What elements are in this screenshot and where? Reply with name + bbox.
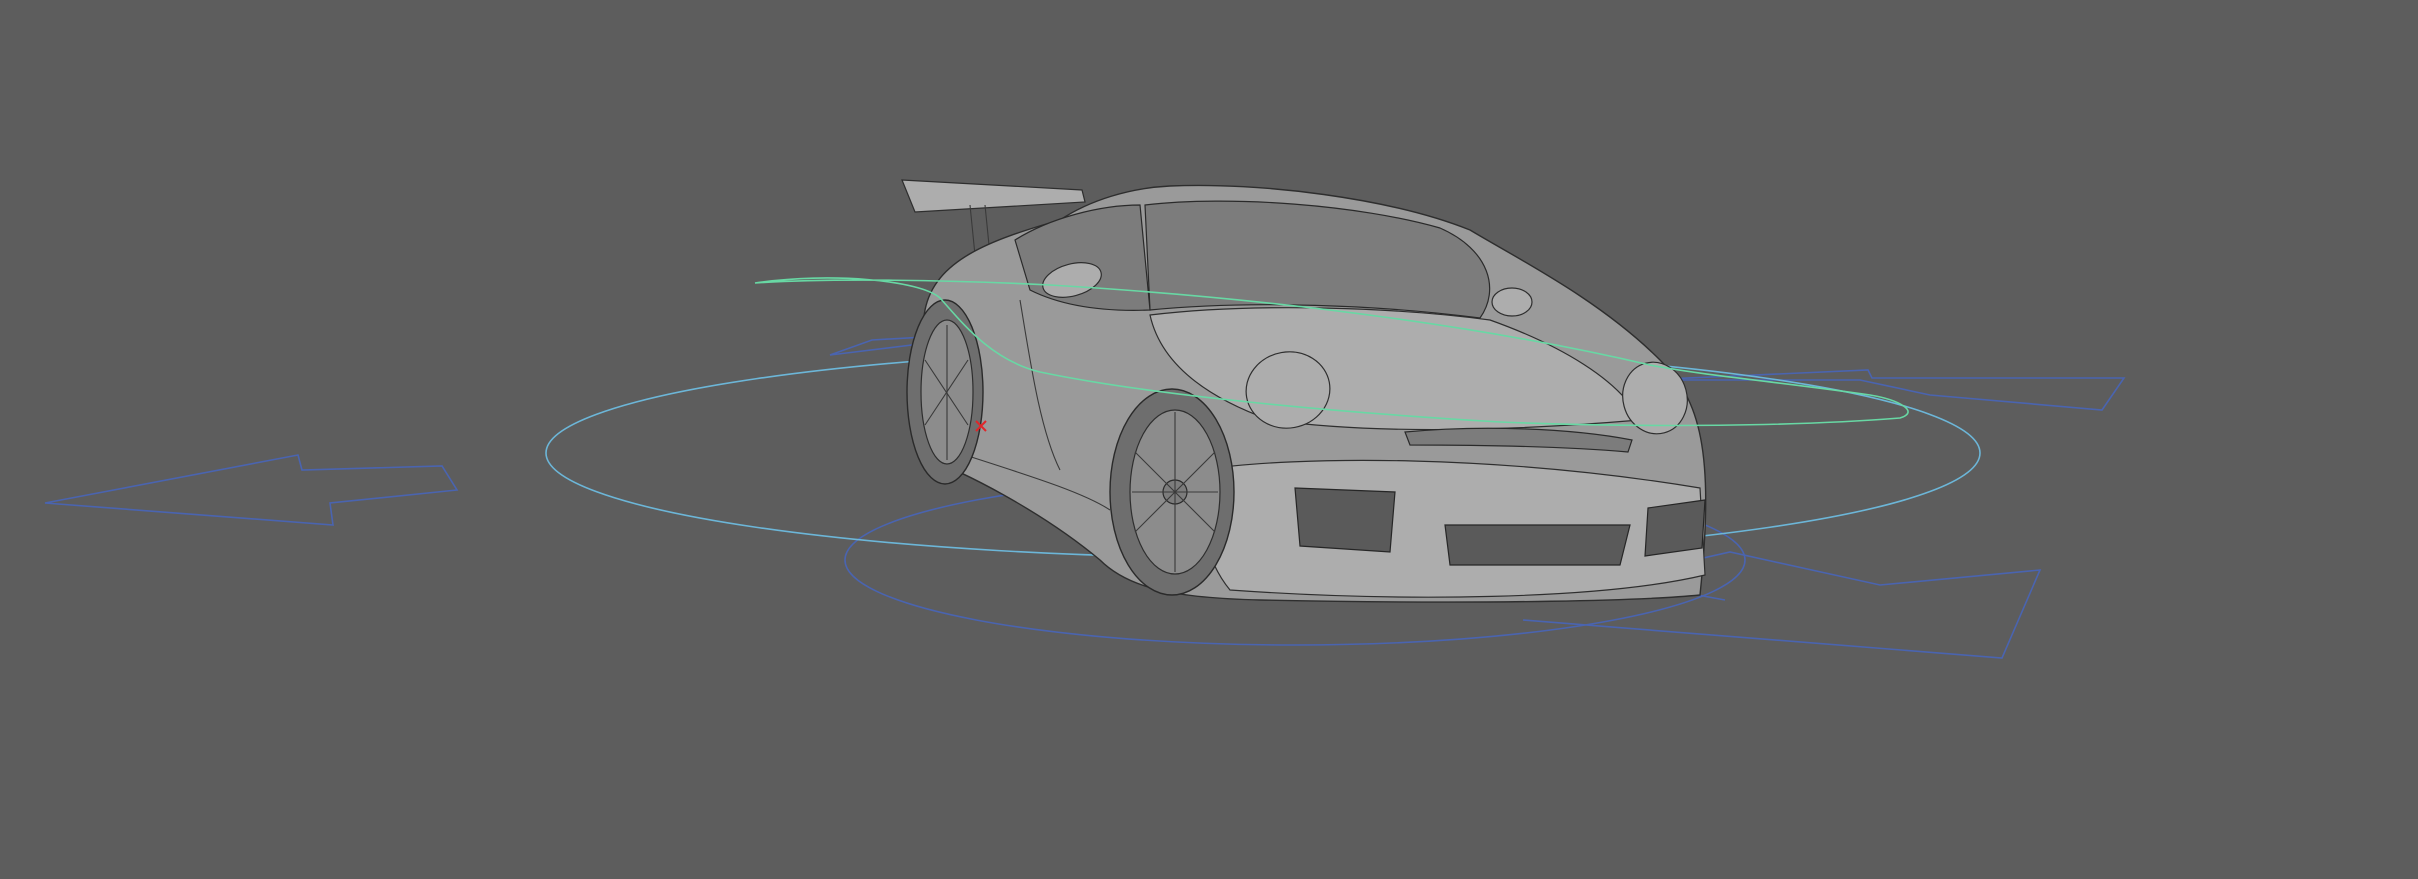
intake-left <box>1294 487 1396 553</box>
car-model[interactable] <box>901 179 1707 603</box>
mirror-right <box>1491 287 1533 317</box>
3d-viewport[interactable] <box>0 0 2418 879</box>
front-wheel <box>1109 388 1235 596</box>
intake-right <box>1644 499 1706 557</box>
scene-canvas[interactable] <box>0 0 2418 879</box>
arrow-right-back-control[interactable] <box>1642 369 2126 411</box>
arrow-left-control[interactable] <box>44 454 459 526</box>
rear-wing <box>901 179 1086 213</box>
wing-strut <box>969 204 976 256</box>
intake-center <box>1444 524 1631 566</box>
rear-wheel <box>906 299 984 485</box>
